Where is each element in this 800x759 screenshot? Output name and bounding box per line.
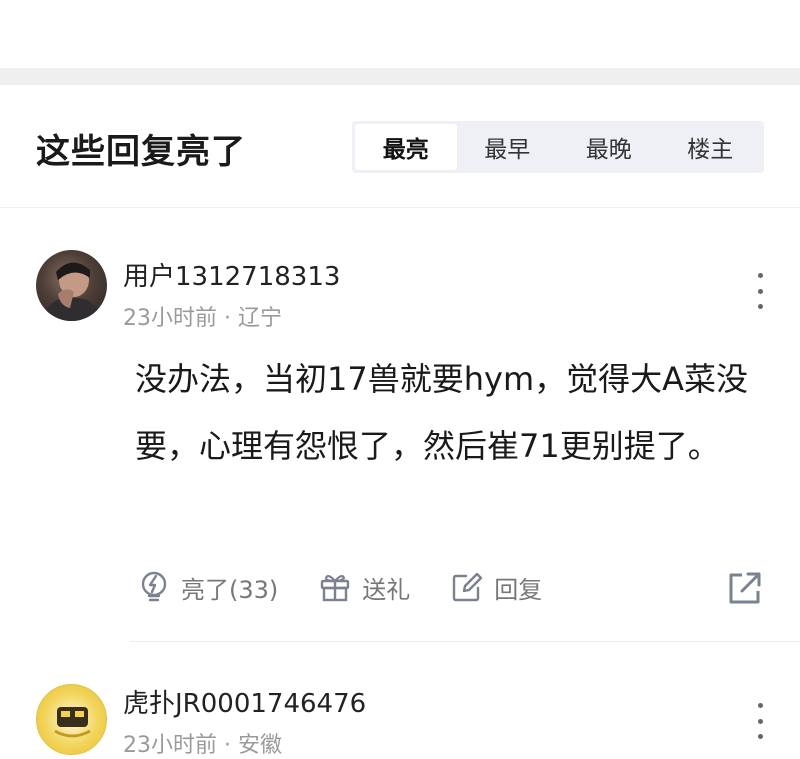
- hot-replies-header: 这些回复亮了 最亮 最早 最晚 楼主: [0, 85, 800, 208]
- avatar[interactable]: [36, 250, 107, 321]
- user-photo-avatar-icon: [42, 262, 102, 321]
- reply-label: 回复: [494, 575, 543, 604]
- comment-actions: 亮了(33) 送礼 回复: [137, 563, 764, 611]
- reply-button[interactable]: 回复: [450, 570, 542, 605]
- gold-badge-avatar-icon: [54, 707, 91, 738]
- gift-button[interactable]: 送礼: [318, 570, 410, 605]
- tab-earliest[interactable]: 最早: [457, 124, 559, 170]
- comment-item: 虎扑JR0001746476 23小时前 · 安徽: [0, 641, 800, 758]
- username[interactable]: 虎扑JR0001746476: [123, 683, 366, 720]
- tab-brightest[interactable]: 最亮: [355, 124, 457, 170]
- dot-icon: [757, 273, 763, 278]
- tab-op-only[interactable]: 楼主: [660, 124, 762, 170]
- comment-body: 没办法，当初17兽就要hym，觉得大A菜没要，心理有怨恨了，然后崔71更别提了。: [135, 360, 749, 465]
- gift-label: 送礼: [362, 575, 411, 604]
- top-blank-area: [0, 0, 800, 68]
- comment-meta: 23小时前 · 安徽: [123, 733, 282, 758]
- dot-icon: [757, 718, 763, 724]
- section-gap: [0, 68, 800, 85]
- dot-icon: [757, 304, 763, 309]
- share-icon[interactable]: [726, 569, 764, 607]
- like-count-label: 亮了(33): [181, 575, 279, 604]
- like-button[interactable]: 亮了(33): [137, 570, 278, 605]
- section-title: 这些回复亮了: [36, 132, 246, 172]
- more-options-button[interactable]: [750, 273, 770, 309]
- gift-icon: [321, 574, 350, 602]
- avatar[interactable]: [36, 684, 107, 755]
- edit-icon: [453, 572, 483, 602]
- comment-meta: 23小时前 · 辽宁: [123, 306, 282, 331]
- dot-icon: [757, 288, 763, 294]
- tab-latest[interactable]: 最晚: [558, 124, 660, 170]
- dot-icon: [757, 703, 763, 708]
- lightbulb-icon: [141, 571, 167, 602]
- comment-item: 用户1312718313 23小时前 · 辽宁 没办法，当初17兽就要hym，觉…: [0, 208, 800, 642]
- more-options-button[interactable]: [750, 703, 770, 739]
- username[interactable]: 用户1312718313: [123, 256, 340, 293]
- sort-tabs: 最亮 最早 最晚 楼主: [352, 121, 764, 173]
